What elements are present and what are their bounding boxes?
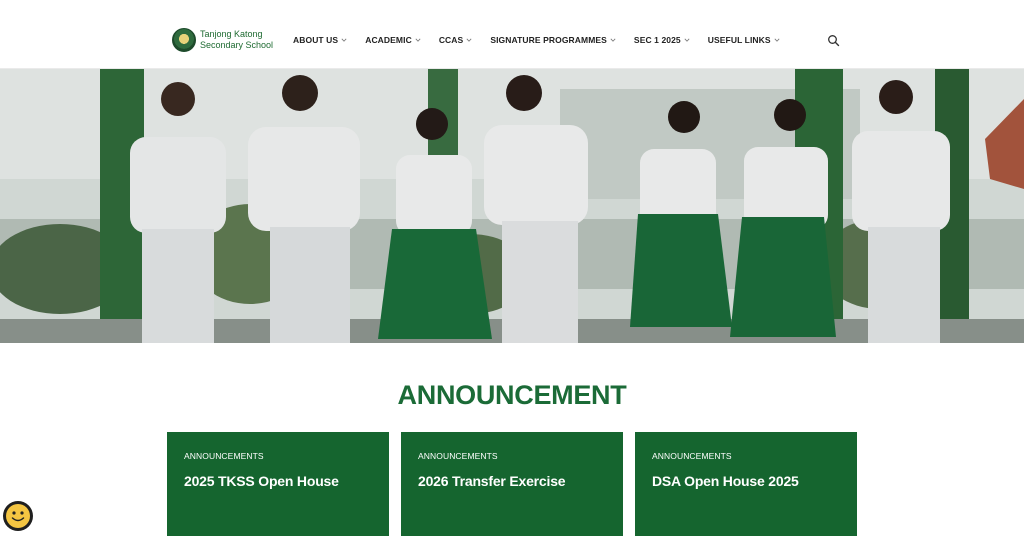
nav-item-signature-programmes[interactable]: SIGNATURE PROGRAMMES xyxy=(490,35,616,45)
school-crest-icon xyxy=(172,28,196,52)
chevron-down-icon xyxy=(415,37,421,43)
announcement-card[interactable]: ANNOUNCEMENTS 2025 TKSS Open House xyxy=(167,432,389,536)
chevron-down-icon xyxy=(610,37,616,43)
nav-label: ACADEMIC xyxy=(365,35,412,45)
card-title: 2026 Transfer Exercise xyxy=(418,473,566,489)
chevron-down-icon xyxy=(684,37,690,43)
nav-item-ccas[interactable]: CCAS xyxy=(439,35,473,45)
school-name-line2: Secondary School xyxy=(200,40,274,50)
smiley-chat-icon[interactable] xyxy=(3,501,33,531)
hero-photo-students xyxy=(0,69,1024,343)
school-name: Tanjong Katong Secondary School xyxy=(200,29,273,51)
announcement-heading: ANNOUNCEMENT xyxy=(397,380,627,410)
nav-item-academic[interactable]: ACADEMIC xyxy=(365,35,421,45)
chevron-down-icon xyxy=(466,37,472,43)
chevron-down-icon xyxy=(774,37,780,43)
chevron-down-icon xyxy=(341,37,347,43)
search-icon[interactable] xyxy=(827,34,840,47)
nav-label: ABOUT US xyxy=(293,35,339,45)
nav-label: CCAS xyxy=(438,35,464,45)
card-category: ANNOUNCEMENTS xyxy=(652,451,732,461)
nav-label: SIGNATURE PROGRAMMES xyxy=(490,35,607,45)
main-nav: ABOUT US ACADEMIC CCAS SIGNATURE PROGRAM… xyxy=(293,35,780,45)
nav-item-useful-links[interactable]: USEFUL LINKS xyxy=(708,35,780,45)
nav-label: USEFUL LINKS xyxy=(707,35,771,45)
card-title: 2025 TKSS Open House xyxy=(184,473,339,489)
nav-item-sec1-2025[interactable]: SEC 1 2025 xyxy=(634,35,690,45)
card-title: DSA Open House 2025 xyxy=(652,473,799,489)
nav-item-about-us[interactable]: ABOUT US xyxy=(293,35,347,45)
page: Tanjong Katong Secondary School ABOUT US… xyxy=(0,0,1024,536)
card-category: ANNOUNCEMENTS xyxy=(418,451,498,461)
card-category: ANNOUNCEMENTS xyxy=(184,451,264,461)
announcement-card[interactable]: ANNOUNCEMENTS DSA Open House 2025 xyxy=(635,432,857,536)
hero-banner xyxy=(0,69,1024,343)
school-logo[interactable]: Tanjong Katong Secondary School xyxy=(172,28,273,52)
announcement-card[interactable]: ANNOUNCEMENTS 2026 Transfer Exercise xyxy=(401,432,623,536)
site-header: Tanjong Katong Secondary School ABOUT US… xyxy=(0,0,1024,69)
school-name-line1: Tanjong Katong xyxy=(200,29,263,39)
nav-label: SEC 1 2025 xyxy=(633,35,681,45)
